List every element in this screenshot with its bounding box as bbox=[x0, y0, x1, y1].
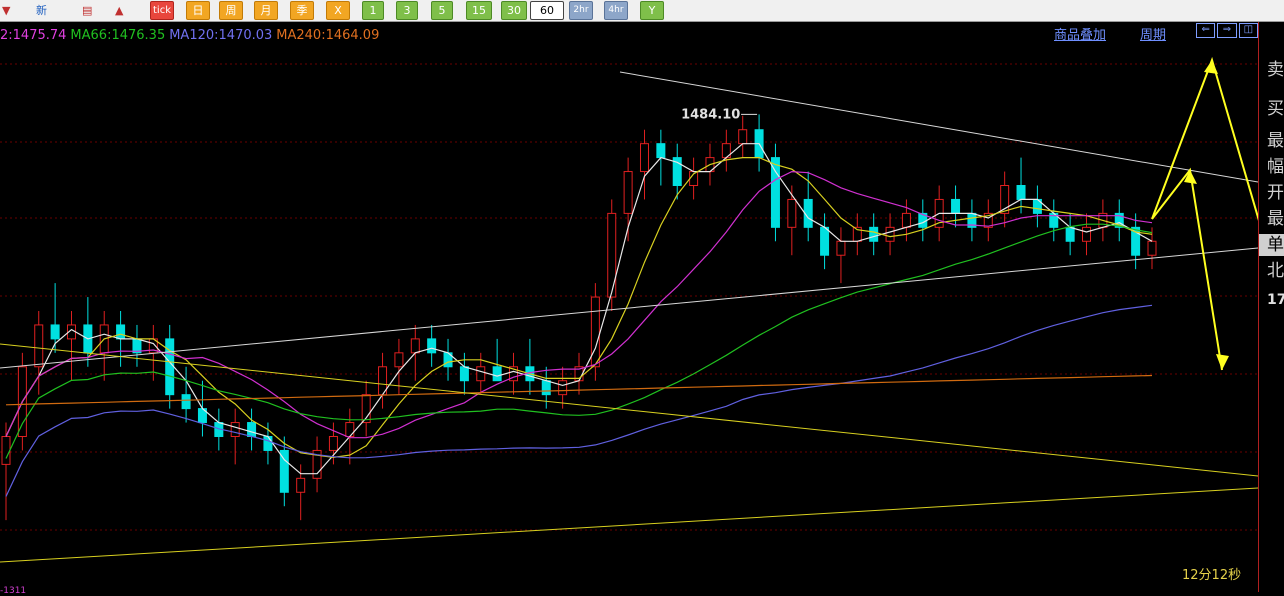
side-label-6: 单 bbox=[1259, 234, 1284, 256]
toolbar-button-13[interactable]: 15 bbox=[466, 1, 492, 20]
candle-body-10 bbox=[165, 338, 175, 396]
candle-body-37 bbox=[607, 212, 617, 298]
toolbar-button-7[interactable]: 月 bbox=[254, 1, 278, 20]
toolbar-button-14[interactable]: 30 bbox=[501, 1, 527, 20]
candle-body-55 bbox=[901, 212, 911, 228]
side-label-4: 开 bbox=[1267, 183, 1284, 203]
high-price-label: 1484.10 bbox=[681, 107, 740, 122]
arrow-right-icon[interactable]: ⇒ bbox=[1217, 23, 1237, 38]
candle-body-54 bbox=[885, 226, 895, 242]
arrow-head-1 bbox=[1216, 354, 1229, 370]
toolbar-button-16[interactable]: 2hr bbox=[569, 1, 593, 20]
toolbar-button-18[interactable]: Y bbox=[640, 1, 664, 20]
ma-line-magenta bbox=[5, 170, 1153, 439]
candle-body-45 bbox=[738, 129, 748, 145]
candle-body-20 bbox=[328, 436, 338, 451]
toolbar-button-8[interactable]: 季 bbox=[290, 1, 314, 20]
candle-body-33 bbox=[541, 380, 551, 396]
toolbar-button-1[interactable]: 新 bbox=[36, 2, 54, 19]
candle-body-18 bbox=[296, 477, 306, 493]
candle-body-3 bbox=[50, 324, 60, 340]
ma-line-yellow bbox=[5, 157, 1153, 459]
candle-body-15 bbox=[247, 422, 257, 437]
candle-body-0 bbox=[1, 436, 11, 465]
candle-body-38 bbox=[623, 171, 633, 214]
candle-body-51 bbox=[836, 240, 846, 256]
candle-body-50 bbox=[820, 226, 830, 256]
side-label-7: 北 bbox=[1267, 261, 1284, 281]
legend-item-2: MA120:1470.03 bbox=[169, 28, 273, 43]
toolbar-icon-3[interactable]: ▲ bbox=[115, 2, 137, 19]
candle-body-25 bbox=[410, 338, 420, 354]
candle-body-70 bbox=[1147, 240, 1157, 256]
toolbar-button-11[interactable]: 3 bbox=[396, 1, 418, 20]
legend-item-3: MA240:1464.09 bbox=[276, 28, 380, 43]
toolbar-button-9[interactable]: X bbox=[326, 1, 350, 20]
toolbar: ▼ 新 ▤ ▲ tick 日周月季 X 1 3 5 15 30 60 2hr 4hr Y bbox=[0, 0, 1284, 22]
candlestick-chart[interactable]: 1484.10 bbox=[0, 22, 1258, 592]
candle-body-11 bbox=[181, 394, 191, 410]
sub-indicator-value: -1311 bbox=[0, 586, 27, 596]
candle-body-62 bbox=[1016, 185, 1026, 200]
candle-body-30 bbox=[492, 366, 502, 382]
candle-body-40 bbox=[656, 143, 666, 159]
expand-icon[interactable]: ◫ bbox=[1238, 23, 1258, 38]
candle-body-16 bbox=[263, 436, 273, 451]
side-label-0: 卖 bbox=[1267, 60, 1284, 80]
ma-legend: 2:1475.74 MA66:1476.35 MA120:1470.03 MA240:… bbox=[0, 28, 383, 43]
candle-body-21 bbox=[345, 422, 355, 437]
side-label-5: 最 bbox=[1267, 209, 1284, 229]
candle-body-66 bbox=[1082, 226, 1092, 242]
toolbar-button-12[interactable]: 5 bbox=[431, 1, 453, 20]
candle-body-26 bbox=[427, 338, 437, 354]
candle-body-29 bbox=[476, 366, 486, 382]
nav-arrows: ⇐ ⇒ ◫ bbox=[1196, 23, 1258, 38]
arrow-left-icon[interactable]: ⇐ bbox=[1196, 23, 1216, 38]
ma-line-ma66 bbox=[5, 223, 1153, 459]
side-label-2: 最 bbox=[1267, 131, 1284, 151]
candle-body-53 bbox=[869, 226, 879, 242]
candle-body-39 bbox=[639, 143, 649, 173]
legend-item-0: 2:1475.74 bbox=[0, 28, 67, 43]
toolbar-button-6[interactable]: 周 bbox=[219, 1, 243, 20]
toolbar-button-5[interactable]: 日 bbox=[186, 1, 210, 20]
trendline-yellow-up bbox=[0, 487, 1258, 563]
legend-item-1: MA66:1476.35 bbox=[70, 28, 166, 43]
arrow-head-2 bbox=[1184, 170, 1197, 184]
candle-body-58 bbox=[951, 198, 961, 214]
candle-body-34 bbox=[558, 380, 568, 396]
candle-body-65 bbox=[1065, 226, 1075, 242]
candle-body-7 bbox=[116, 324, 126, 340]
candle-body-2 bbox=[34, 324, 44, 368]
side-label-3: 幅 bbox=[1267, 157, 1284, 177]
quote-side-panel: 卖买最幅开最单北 17 bbox=[1259, 22, 1284, 592]
arrow-head-3 bbox=[1204, 60, 1218, 74]
trendline-yellow-down bbox=[0, 343, 1258, 477]
side-label-1: 买 bbox=[1267, 99, 1284, 119]
candle-body-48 bbox=[787, 198, 797, 228]
toolbar-button-4[interactable]: tick bbox=[150, 1, 174, 20]
ma-line-white bbox=[5, 143, 1153, 475]
toolbar-button-15[interactable]: 60 bbox=[530, 1, 564, 20]
side-value: 17 bbox=[1267, 292, 1284, 308]
candle-body-24 bbox=[394, 352, 404, 368]
projection-path-down bbox=[1151, 167, 1223, 371]
candle-body-47 bbox=[770, 157, 780, 228]
overlay-link[interactable]: 商品叠加 bbox=[1054, 24, 1106, 43]
countdown-timer: 12分12秒 bbox=[1182, 568, 1242, 583]
candle-body-28 bbox=[459, 366, 469, 382]
candle-body-36 bbox=[590, 296, 600, 368]
trendline-support bbox=[0, 247, 1258, 369]
toolbar-icon-0[interactable]: ▼ bbox=[2, 2, 18, 19]
period-link[interactable]: 周期 bbox=[1140, 24, 1166, 43]
trendline-resistance bbox=[619, 71, 1258, 183]
toolbar-button-17[interactable]: 4hr bbox=[604, 1, 628, 20]
toolbar-button-10[interactable]: 1 bbox=[362, 1, 384, 20]
chart-area[interactable]: 1484.10 bbox=[0, 22, 1259, 592]
candle-body-14 bbox=[230, 422, 240, 437]
toolbar-icon-2[interactable]: ▤ bbox=[82, 2, 100, 19]
